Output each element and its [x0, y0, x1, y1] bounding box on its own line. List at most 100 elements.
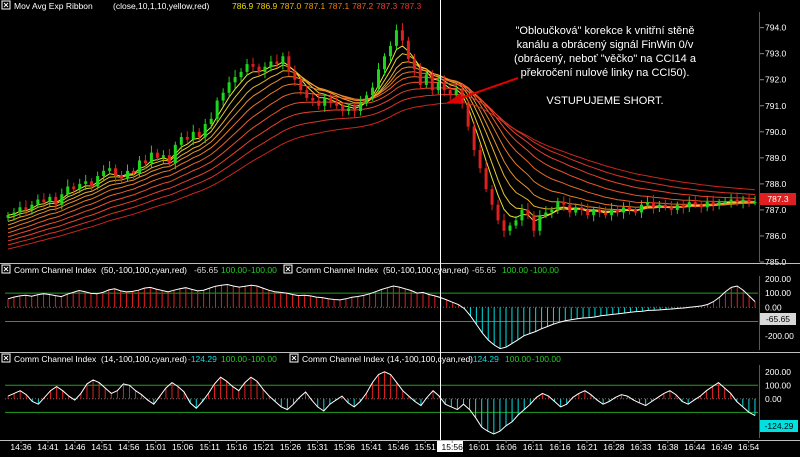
price-tick-label: 787.0 [765, 205, 787, 215]
candle-body [729, 199, 733, 203]
candle-body [287, 56, 291, 72]
candle-body [604, 212, 608, 216]
cci14-last-text: -124.29 [765, 421, 794, 431]
chart-window: Mov Avg Exp Ribbon (close,10,1,10,yellow… [0, 0, 800, 452]
candle-body [598, 209, 602, 213]
time-tick-label: 15:51 [415, 442, 437, 452]
cci50-last-text: -65.65 [766, 314, 790, 324]
candle-body [365, 95, 369, 104]
cci-tick-label: 100.00 [765, 380, 791, 390]
candle-body [371, 87, 375, 96]
candle-body [96, 176, 100, 187]
candle-body [681, 204, 685, 208]
candle-body [586, 209, 590, 216]
last-price-marker: 787.3 [760, 193, 796, 205]
indicator-label: Comm Channel Index [296, 265, 379, 275]
ribbon-value: 787.2 [352, 1, 374, 11]
candle-body [574, 207, 578, 213]
candle-body [508, 225, 512, 231]
candle-body [335, 103, 339, 106]
candle-body [514, 220, 518, 226]
candle-body [412, 58, 416, 70]
candle-body [657, 204, 661, 208]
candle-body [245, 64, 249, 72]
time-tick-label: 15:21 [253, 442, 275, 452]
chart-canvas: Mov Avg Exp Ribbon (close,10,1,10,yellow… [0, 0, 800, 452]
candle-body [496, 204, 500, 221]
candle-body [108, 168, 112, 171]
cci-lower: -100.00 [530, 265, 559, 275]
time-tick-label: 15:16 [226, 442, 248, 452]
candle-body [454, 90, 458, 96]
cci-tick-label: 200.00 [765, 274, 791, 284]
price-tick-label: 786.0 [765, 231, 787, 241]
candle-body [645, 202, 649, 205]
candle-body [275, 61, 279, 65]
indicator-label: Comm Channel Index [14, 265, 97, 275]
candle-body [705, 202, 709, 208]
candle-body [628, 207, 632, 210]
candle-body [78, 183, 82, 190]
candle-body [203, 123, 207, 137]
cci-upper: 100.00 [502, 265, 528, 275]
candle-body [263, 66, 267, 72]
indicator-label: Comm Channel Index [14, 354, 97, 364]
time-tick-label: 15:26 [280, 442, 302, 452]
cci-tick-label: 0.00 [765, 302, 782, 312]
time-tick-label: 16:06 [495, 442, 517, 452]
candle-body [406, 40, 410, 59]
time-tick-label: 16:38 [657, 442, 679, 452]
candle-body [538, 215, 542, 231]
candle-body [167, 155, 171, 164]
annotation-line: (obrácený, neboť "věčko" na CCI14 a [514, 53, 697, 65]
candle-body [347, 108, 351, 111]
cci-upper: 100.00 [505, 354, 531, 364]
candle-body [209, 118, 213, 124]
last-price-text: 787.3 [767, 194, 789, 204]
candle-body [436, 82, 440, 91]
candle-body [478, 150, 482, 169]
candle-body [299, 79, 303, 91]
cci-tick-label: 100.00 [765, 288, 791, 298]
time-tick-label: 15:41 [361, 442, 383, 452]
time-tick-label: 15:31 [307, 442, 329, 452]
candle-body [305, 90, 309, 98]
candle-body [36, 199, 40, 205]
candle-body [329, 97, 333, 104]
candle-body [550, 209, 554, 213]
price-tick-label: 789.0 [765, 153, 787, 163]
candle-body [382, 56, 386, 70]
time-tick-label: 16:28 [603, 442, 625, 452]
candle-body [317, 100, 321, 106]
cursor-time-label: 15:56 [442, 442, 464, 452]
price-tick-label: 788.0 [765, 179, 787, 189]
candle-body [102, 170, 106, 177]
candle-body [711, 202, 715, 205]
candle-body [723, 202, 727, 204]
candle-body [753, 202, 757, 204]
candle-body [430, 74, 434, 91]
candle-body [556, 202, 560, 210]
time-tick-label: 14:51 [91, 442, 113, 452]
ribbon-value: 786.9 [232, 1, 254, 11]
time-tick-label: 16:44 [684, 442, 706, 452]
candle-body [131, 170, 135, 174]
candle-body [281, 56, 285, 65]
candle-body [215, 100, 219, 119]
candle-body [400, 30, 404, 41]
price-tick-label: 792.0 [765, 75, 787, 85]
cci50-last-marker: -65.65 [760, 313, 796, 325]
cci-value: -124.29 [470, 354, 499, 364]
time-tick-label: 16:33 [630, 442, 652, 452]
candle-body [520, 209, 524, 221]
candle-body [466, 103, 470, 127]
cci-tick-label: -200.00 [765, 331, 794, 341]
time-tick-label: 16:11 [523, 442, 544, 452]
candle-body [126, 170, 130, 179]
time-tick-label: 15:06 [172, 442, 194, 452]
candle-body [66, 186, 70, 195]
annotation-line: "Obloučková" korekce k vnitřní stěně [515, 25, 694, 37]
cci-tick-label: 200.00 [765, 367, 791, 377]
indicator-label: Mov Avg Exp Ribbon [14, 1, 93, 11]
cci-value: -124.29 [188, 354, 217, 364]
